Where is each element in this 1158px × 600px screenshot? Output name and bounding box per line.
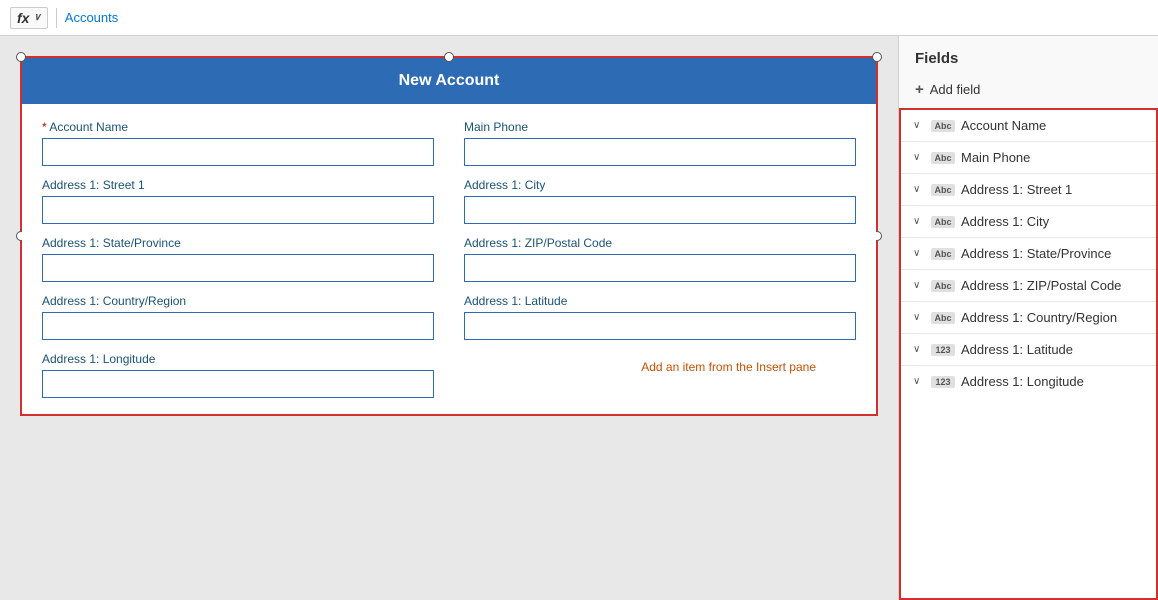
field-label-country: Address 1: Country/Region (42, 294, 434, 308)
field-input-country[interactable] (42, 312, 434, 340)
field-label-street: Address 1: Street 1 (42, 178, 434, 192)
sidebar-field-account-name[interactable]: ∨ Abc Account Name (901, 110, 1156, 142)
field-type-123: 123 (931, 344, 955, 356)
field-item-label: Address 1: Longitude (961, 374, 1084, 389)
field-input-account-name[interactable] (42, 138, 434, 166)
field-input-longitude[interactable] (42, 370, 434, 398)
fields-list: ∨ Abc Account Name ∨ Abc Main Phone ∨ Ab… (899, 108, 1158, 600)
field-input-city[interactable] (464, 196, 856, 224)
add-item-hint: Add an item from the Insert pane (641, 360, 816, 374)
sidebar-field-state[interactable]: ∨ Abc Address 1: State/Province (901, 238, 1156, 270)
form-header: New Account (22, 58, 876, 104)
chevron-down-icon: ∨ (913, 184, 925, 195)
chevron-down-icon: ∨ (913, 248, 925, 259)
field-type-abc: Abc (931, 312, 955, 324)
field-type-abc: Abc (931, 184, 955, 196)
field-label-longitude: Address 1: Longitude (42, 352, 434, 366)
main-layout: New Account Account Name Main Phone (0, 36, 1158, 600)
field-item-label: Address 1: ZIP/Postal Code (961, 278, 1121, 293)
field-input-street[interactable] (42, 196, 434, 224)
field-item-label: Address 1: Latitude (961, 342, 1073, 357)
plus-icon: + (915, 81, 924, 98)
sidebar-field-street[interactable]: ∨ Abc Address 1: Street 1 (901, 174, 1156, 206)
sidebar: Fields + Add field ∨ Abc Account Name ∨ … (898, 36, 1158, 600)
field-longitude: Address 1: Longitude (42, 352, 434, 398)
add-field-row[interactable]: + Add field (899, 75, 1158, 108)
field-state: Address 1: State/Province (42, 236, 434, 282)
form-title: New Account (399, 72, 500, 89)
fx-label: fx (17, 10, 29, 26)
chevron-down-icon: ∨ (913, 376, 925, 387)
empty-cell: Add an item from the Insert pane (464, 352, 856, 398)
handle-top-left[interactable] (16, 52, 26, 62)
field-type-abc: Abc (931, 216, 955, 228)
chevron-down-icon: ∨ (913, 216, 925, 227)
field-item-label: Address 1: Country/Region (961, 310, 1117, 325)
add-field-label: Add field (930, 82, 981, 97)
form-container: New Account Account Name Main Phone (20, 56, 878, 416)
fx-chevron-icon: ∨ (33, 12, 40, 23)
sidebar-field-latitude[interactable]: ∨ 123 Address 1: Latitude (901, 334, 1156, 366)
field-label-main-phone: Main Phone (464, 120, 856, 134)
field-input-state[interactable] (42, 254, 434, 282)
form-grid: Account Name Main Phone Address 1: Stree… (42, 120, 856, 398)
canvas-area: New Account Account Name Main Phone (0, 36, 898, 600)
chevron-down-icon: ∨ (913, 120, 925, 131)
field-item-label: Address 1: City (961, 214, 1049, 229)
field-latitude: Address 1: Latitude (464, 294, 856, 340)
top-bar: fx ∨ Accounts (0, 0, 1158, 36)
field-item-label: Account Name (961, 118, 1046, 133)
chevron-down-icon: ∨ (913, 280, 925, 291)
field-label-zip: Address 1: ZIP/Postal Code (464, 236, 856, 250)
chevron-down-icon: ∨ (913, 152, 925, 163)
field-account-name: Account Name (42, 120, 434, 166)
field-country: Address 1: Country/Region (42, 294, 434, 340)
field-label-city: Address 1: City (464, 178, 856, 192)
field-city: Address 1: City (464, 178, 856, 224)
field-input-main-phone[interactable] (464, 138, 856, 166)
form-body: Account Name Main Phone Address 1: Stree… (22, 104, 876, 414)
sidebar-field-zip[interactable]: ∨ Abc Address 1: ZIP/Postal Code (901, 270, 1156, 302)
fx-button[interactable]: fx ∨ (10, 7, 48, 29)
field-input-zip[interactable] (464, 254, 856, 282)
top-bar-separator (56, 8, 57, 28)
sidebar-field-country[interactable]: ∨ Abc Address 1: Country/Region (901, 302, 1156, 334)
field-street: Address 1: Street 1 (42, 178, 434, 224)
sidebar-field-longitude[interactable]: ∨ 123 Address 1: Longitude (901, 366, 1156, 397)
field-label-account-name: Account Name (42, 120, 434, 134)
field-input-latitude[interactable] (464, 312, 856, 340)
field-item-label: Address 1: State/Province (961, 246, 1111, 261)
sidebar-field-city[interactable]: ∨ Abc Address 1: City (901, 206, 1156, 238)
field-type-abc: Abc (931, 248, 955, 260)
sidebar-field-main-phone[interactable]: ∨ Abc Main Phone (901, 142, 1156, 174)
handle-top-mid[interactable] (444, 52, 454, 62)
field-main-phone: Main Phone (464, 120, 856, 166)
field-label-latitude: Address 1: Latitude (464, 294, 856, 308)
field-type-abc: Abc (931, 152, 955, 164)
field-label-state: Address 1: State/Province (42, 236, 434, 250)
chevron-down-icon: ∨ (913, 344, 925, 355)
field-type-abc: Abc (931, 120, 955, 132)
chevron-down-icon: ∨ (913, 312, 925, 323)
field-item-label: Address 1: Street 1 (961, 182, 1072, 197)
handle-top-right[interactable] (872, 52, 882, 62)
field-zip: Address 1: ZIP/Postal Code (464, 236, 856, 282)
sidebar-title: Fields (899, 36, 1158, 75)
breadcrumb[interactable]: Accounts (65, 10, 118, 25)
field-item-label: Main Phone (961, 150, 1030, 165)
field-type-123: 123 (931, 376, 955, 388)
field-type-abc: Abc (931, 280, 955, 292)
